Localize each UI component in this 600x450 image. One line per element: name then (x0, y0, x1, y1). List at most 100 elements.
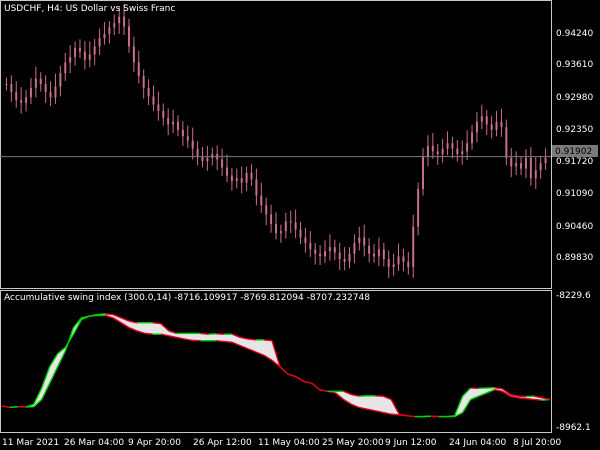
candle-body (142, 75, 145, 88)
x-tick-label: 26 Apr 12:00 (193, 438, 252, 448)
x-tick-label: 24 Jun 04:00 (449, 438, 506, 448)
indicator-title: Accumulative swing index (300.0,14) -871… (4, 293, 370, 303)
price-y-tick: 0.92350 (556, 125, 593, 135)
swing-index-upper-line (248, 338, 257, 341)
swing-index-upper-line (97, 313, 106, 316)
candle-body (392, 264, 395, 268)
candle-body (373, 253, 376, 257)
candle-body (422, 156, 425, 190)
candle-body (172, 121, 175, 125)
x-tick-label: 25 May 20:00 (322, 438, 384, 448)
candle-body (314, 249, 317, 254)
candle-body (417, 189, 420, 227)
current-price-badge: 0.91902 (552, 145, 598, 157)
candle-body (382, 249, 385, 260)
candle-body (407, 261, 410, 268)
candle-body (196, 148, 199, 157)
candle-body (127, 26, 130, 47)
candle-body (480, 116, 483, 122)
current-price-label: 0.91902 (555, 147, 592, 157)
candle-body (147, 87, 150, 97)
candle-body (103, 33, 106, 39)
candle-body (44, 84, 47, 93)
candle-body (377, 249, 380, 257)
candle-body (255, 179, 258, 196)
candle-body (446, 143, 449, 149)
candle-body (34, 78, 37, 88)
candle-body (534, 170, 537, 179)
candle-body (490, 124, 493, 130)
candle-body (515, 163, 518, 167)
x-tick-label: 9 Jun 12:00 (385, 438, 437, 448)
x-tick-label: 11 Mar 2021 (2, 438, 59, 448)
candle-body (270, 214, 273, 225)
x-tick-label: 8 Jul 20:00 (513, 438, 562, 448)
candle-body (348, 253, 351, 262)
candle-body (304, 237, 307, 243)
candle-body (461, 151, 464, 155)
swing-index-lower-line (526, 397, 535, 401)
candle-body (69, 57, 72, 63)
candle-body (176, 121, 179, 130)
candle-body (108, 27, 111, 34)
candle-body (475, 121, 478, 133)
price-y-tick: 0.91720 (556, 157, 593, 167)
chart-background (0, 0, 600, 450)
candle-body (201, 156, 204, 162)
candle-body (299, 229, 302, 238)
candle-body (524, 157, 527, 169)
chart-canvas[interactable]: 0.94240 0.93610 0.92980 0.92350 0.91720 … (0, 0, 600, 450)
candle-body (157, 104, 160, 111)
candle-body (74, 47, 77, 58)
candle-body (353, 242, 356, 254)
candle-body (319, 253, 322, 257)
candle-body (387, 259, 390, 268)
candle-body (118, 16, 121, 24)
swing-index-upper-line (152, 322, 161, 325)
swing-index-lower-line (144, 332, 153, 335)
candle-body (245, 172, 248, 183)
swing-index-upper-line (446, 415, 455, 418)
candle-body (333, 247, 336, 253)
candle-body (431, 145, 434, 152)
candle-body (206, 157, 209, 162)
chart-window[interactable]: 0.94240 0.93610 0.92980 0.92350 0.91720 … (0, 0, 600, 450)
candle-body (230, 175, 233, 181)
candle-body (29, 87, 32, 98)
candle-body (436, 151, 439, 155)
candle-body (93, 46, 96, 55)
swing-index-upper-line (105, 313, 114, 316)
candle-body (211, 154, 214, 158)
candle-body (162, 110, 165, 118)
candle-body (137, 62, 140, 76)
candle-body (98, 38, 101, 47)
swing-index-upper-line (406, 415, 416, 418)
candle-body (49, 92, 52, 98)
candle-body (529, 157, 532, 179)
candle-body (88, 54, 91, 60)
candle-body (397, 256, 400, 265)
candle-body (221, 159, 224, 168)
candle-body (338, 252, 341, 260)
price-y-tick: 0.90460 (556, 222, 593, 232)
candle-body (363, 237, 366, 246)
x-tick-label: 9 Apr 20:00 (128, 438, 181, 448)
candle-body (284, 221, 287, 232)
candle-body (544, 157, 547, 164)
candle-body (279, 231, 282, 234)
candle-body (505, 127, 508, 158)
candle-body (402, 256, 405, 262)
candle-body (343, 259, 346, 262)
candle-body (113, 23, 116, 28)
candle-body (225, 167, 228, 176)
candle-body (289, 221, 292, 223)
candle-body (412, 226, 415, 268)
swing-index-lower-line (224, 340, 233, 344)
candle-body (10, 84, 13, 93)
candle-body (240, 178, 243, 183)
candle-body (260, 195, 263, 206)
candle-body (123, 16, 126, 27)
candle-body (235, 178, 238, 181)
candle-body (426, 145, 429, 157)
candle-body (358, 237, 361, 243)
